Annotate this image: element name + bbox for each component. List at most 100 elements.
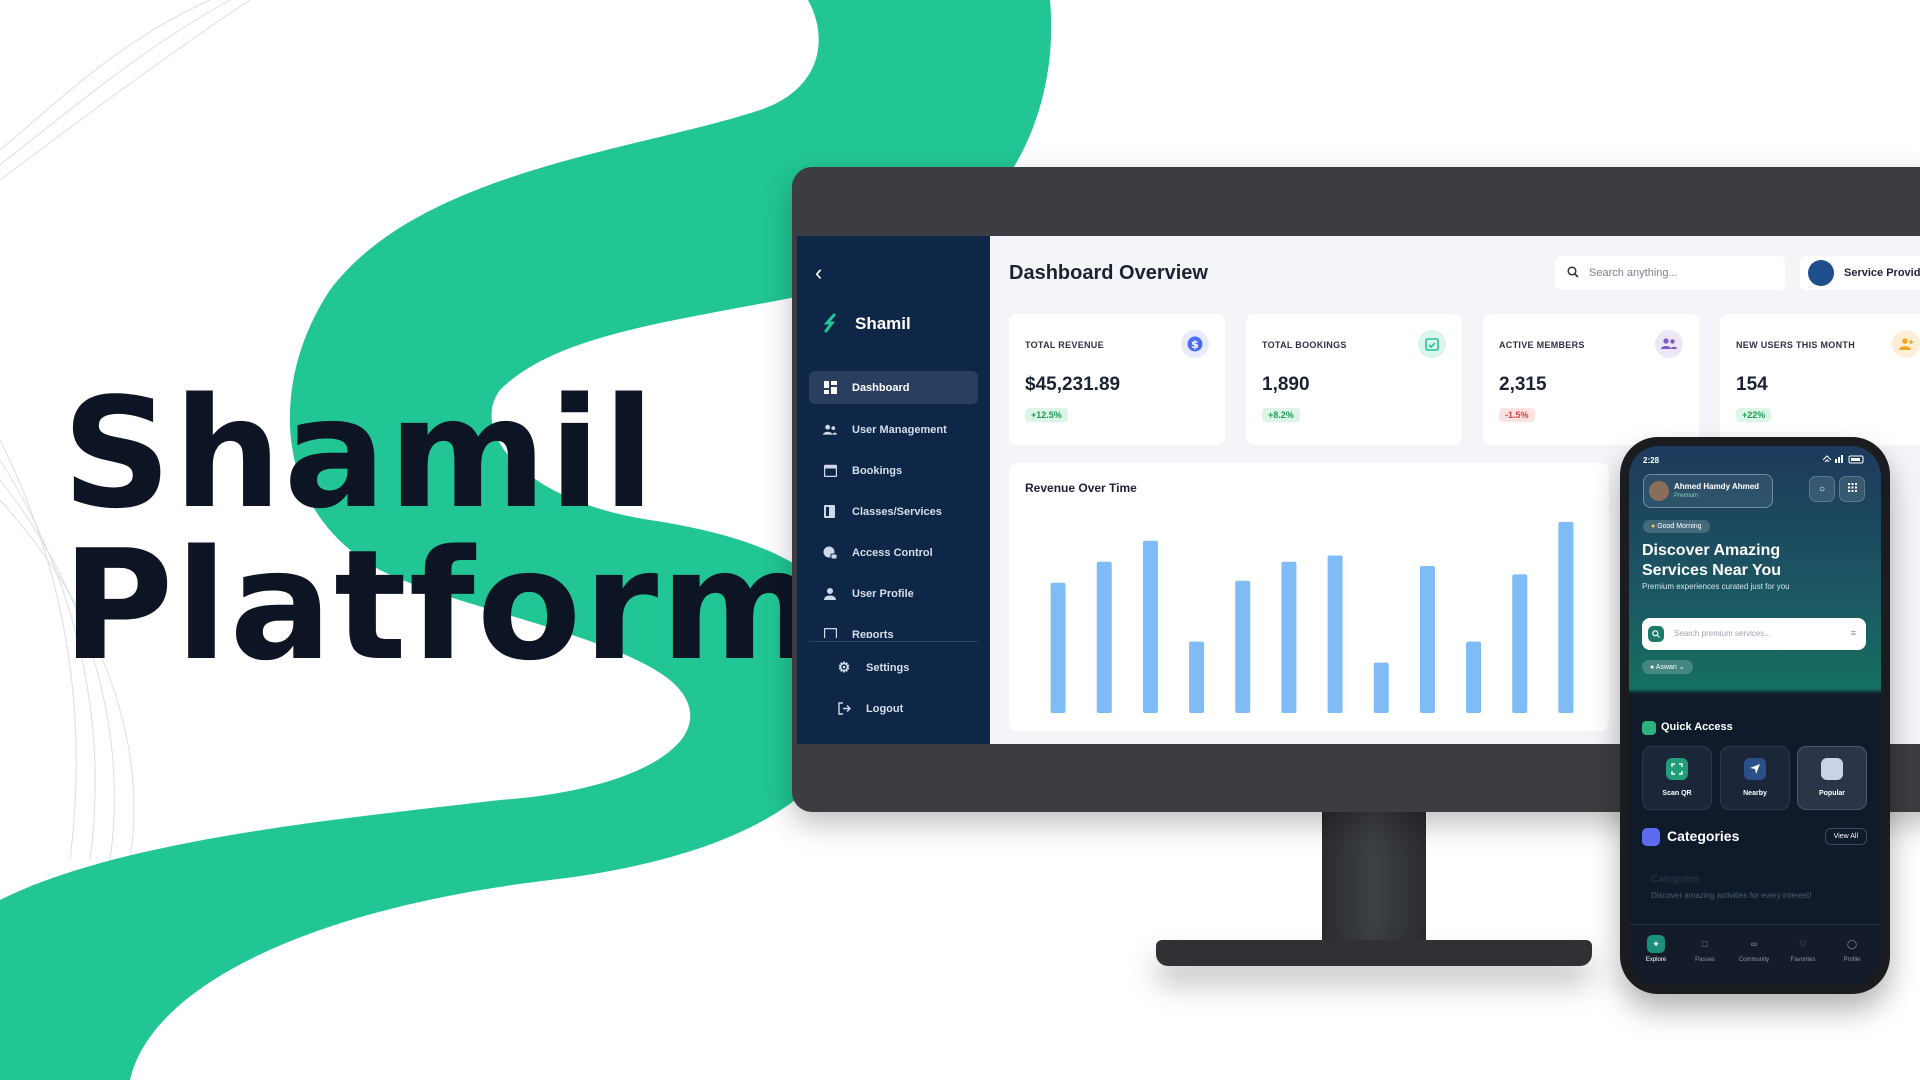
nav-favorites[interactable]: ♡ Favorites bbox=[1780, 935, 1826, 964]
profile-chip[interactable]: Ahmed Hamdy Ahmed Premium bbox=[1643, 474, 1773, 508]
sidebar-item-access-control[interactable]: Access Control bbox=[809, 536, 978, 569]
avatar bbox=[1808, 260, 1834, 286]
categories-title: Categories bbox=[1667, 828, 1740, 844]
stat-change-badge: +8.2% bbox=[1262, 408, 1300, 422]
apps-grid-icon bbox=[1847, 483, 1857, 495]
quick-access-scan-qr[interactable]: Scan QR bbox=[1642, 746, 1712, 810]
location-text: Aswan bbox=[1655, 664, 1677, 671]
sidebar-item-label: User Management bbox=[852, 423, 947, 436]
ticket-icon: □ bbox=[1702, 939, 1708, 949]
report-icon bbox=[823, 628, 837, 638]
sidebar: ‹ Shamil Dashboard User Management Booki… bbox=[797, 236, 990, 744]
revenue-bar bbox=[1419, 566, 1435, 713]
sidebar-item-label: Dashboard bbox=[852, 381, 910, 394]
nav-profile[interactable]: ◯ Profile bbox=[1829, 935, 1875, 964]
user-name: Ahmed Hamdy Ahmed bbox=[1674, 482, 1760, 491]
search-icon bbox=[1567, 265, 1579, 281]
sidebar-item-settings[interactable]: ⚙ Settings bbox=[823, 651, 992, 684]
mobile-search-input[interactable]: Search premium services... ≡ bbox=[1642, 618, 1866, 650]
revenue-bar bbox=[1142, 540, 1158, 713]
filter-icon[interactable]: ≡ bbox=[1851, 628, 1856, 638]
stat-value: 2,315 bbox=[1499, 374, 1547, 395]
phone-screen: 2:28 Ahmed Hamdy Ahmed Premium ○ ● Good … bbox=[1629, 446, 1881, 985]
sidebar-item-logout[interactable]: Logout bbox=[823, 692, 992, 725]
heart-icon: ♡ bbox=[1798, 938, 1808, 949]
status-icons bbox=[1822, 455, 1867, 466]
logout-icon bbox=[837, 702, 851, 716]
sidebar-item-label: Bookings bbox=[852, 464, 903, 477]
revenue-bar bbox=[1373, 662, 1389, 713]
navigation-icon bbox=[1744, 758, 1766, 780]
revenue-bar bbox=[1189, 641, 1205, 713]
revenue-chart-card: Revenue Over Time bbox=[1009, 463, 1609, 731]
headline: Discover Amazing Services Near You bbox=[1642, 542, 1782, 579]
tile-label: Nearby bbox=[1743, 790, 1767, 797]
calendar-icon bbox=[823, 464, 837, 478]
sidebar-brand: Shamil bbox=[855, 314, 911, 333]
revenue-bar bbox=[1558, 521, 1574, 713]
star-icon bbox=[1821, 758, 1843, 780]
headline-subtitle: Premium experiences curated just for you bbox=[1642, 582, 1790, 591]
phone-frame: 2:28 Ahmed Hamdy Ahmed Premium ○ ● Good … bbox=[1620, 437, 1890, 994]
greeting-text: Good Morning bbox=[1657, 523, 1702, 530]
categories-ghost-heading: Categories bbox=[1651, 874, 1700, 885]
view-all-button[interactable]: View All bbox=[1824, 828, 1867, 845]
stat-card-active-members: ACTIVE MEMBERS 2,315 -1.5% bbox=[1483, 314, 1699, 445]
nav-explore[interactable]: ✦ Explore bbox=[1633, 935, 1679, 963]
sidebar-item-reports[interactable]: Reports bbox=[809, 618, 978, 638]
sidebar-item-user-management[interactable]: User Management bbox=[809, 413, 978, 446]
stat-label: ACTIVE MEMBERS bbox=[1499, 340, 1585, 350]
hero-title-line1: Shamil bbox=[62, 365, 657, 542]
user-add-icon bbox=[1892, 330, 1920, 358]
sidebar-divider bbox=[809, 641, 978, 642]
revenue-bar bbox=[1327, 555, 1343, 713]
monitor-base bbox=[1156, 940, 1592, 966]
nav-community[interactable]: ∞ Community bbox=[1731, 935, 1777, 963]
sidebar-item-label: User Profile bbox=[852, 587, 914, 600]
revenue-bar bbox=[1096, 561, 1112, 713]
search-input[interactable]: Search anything... bbox=[1555, 256, 1785, 290]
notifications-button[interactable]: ○ bbox=[1809, 476, 1835, 502]
sidebar-item-user-profile[interactable]: User Profile bbox=[809, 577, 978, 610]
stat-card-total-revenue: TOTAL REVENUE $45,231.89 +12.5% $ bbox=[1009, 314, 1225, 445]
user-menu-button[interactable]: Service Provid bbox=[1800, 256, 1920, 290]
status-time: 2:28 bbox=[1643, 456, 1660, 465]
search-icon bbox=[1648, 626, 1664, 642]
nav-label: Favorites bbox=[1790, 957, 1816, 963]
stat-card-new-users: NEW USERS THIS MONTH 154 +22% bbox=[1720, 314, 1920, 445]
location-selector[interactable]: ● Aswan ⌄ bbox=[1642, 660, 1693, 674]
quick-access-nearby[interactable]: Nearby bbox=[1720, 746, 1790, 810]
community-icon: ∞ bbox=[1750, 939, 1758, 949]
quick-access-popular[interactable]: Popular bbox=[1797, 746, 1867, 810]
apps-button[interactable] bbox=[1839, 476, 1865, 502]
bell-icon: ○ bbox=[1818, 483, 1826, 495]
chevron-left-icon[interactable]: ‹ bbox=[815, 260, 822, 286]
monitor-neck bbox=[1322, 812, 1426, 950]
user-status: Premium bbox=[1674, 493, 1699, 499]
calendar-check-icon bbox=[1418, 330, 1446, 358]
revenue-bar-chart bbox=[1050, 521, 1574, 713]
sidebar-item-classes-services[interactable]: Classes/Services bbox=[809, 495, 978, 528]
tile-label: Scan QR bbox=[1662, 790, 1692, 797]
nav-label: Community bbox=[1738, 957, 1770, 963]
nav-label: Explore bbox=[1645, 957, 1667, 963]
book-icon bbox=[823, 505, 837, 519]
search-placeholder: Search premium services... bbox=[1674, 629, 1771, 638]
stat-label: TOTAL REVENUE bbox=[1025, 340, 1104, 350]
sidebar-item-label: Logout bbox=[866, 702, 904, 715]
quick-access-icon bbox=[1642, 721, 1656, 735]
greeting-badge: ● Good Morning bbox=[1643, 520, 1710, 533]
nav-passes[interactable]: □ Passes bbox=[1682, 935, 1728, 963]
revenue-bar bbox=[1281, 561, 1297, 713]
shamil-logo-icon bbox=[822, 313, 840, 338]
profile-icon: ◯ bbox=[1846, 938, 1858, 949]
page-title: Dashboard Overview bbox=[1009, 262, 1208, 284]
provider-label: Service Provid bbox=[1844, 267, 1920, 279]
nav-label: Passes bbox=[1695, 957, 1715, 963]
sidebar-item-label: Access Control bbox=[852, 546, 933, 559]
users-icon bbox=[823, 423, 837, 437]
members-icon bbox=[1655, 330, 1683, 358]
sidebar-item-bookings[interactable]: Bookings bbox=[809, 454, 978, 487]
sidebar-item-label: Settings bbox=[866, 661, 910, 674]
sidebar-item-dashboard[interactable]: Dashboard bbox=[809, 371, 978, 404]
